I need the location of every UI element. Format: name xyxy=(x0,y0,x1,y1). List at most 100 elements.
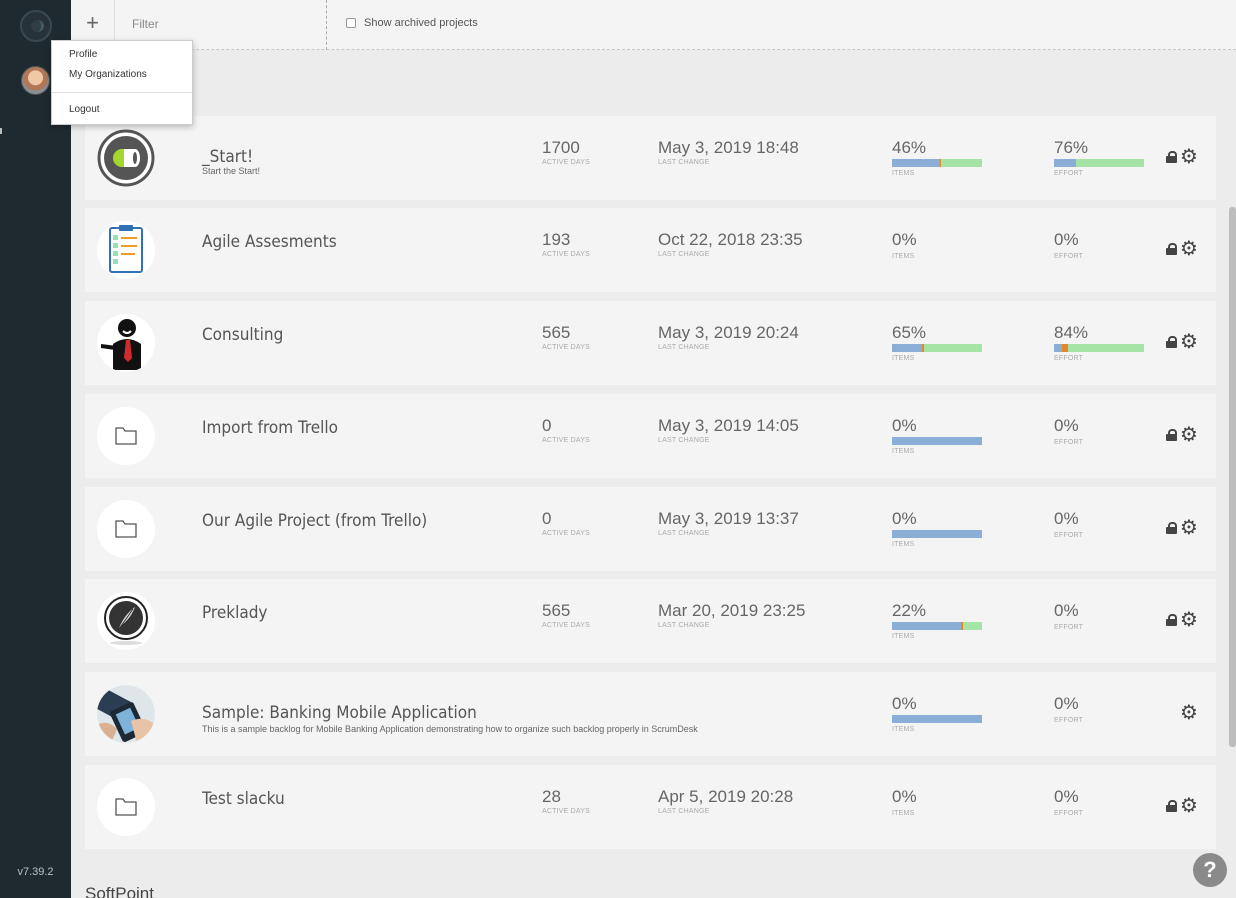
folder-icon[interactable] xyxy=(97,778,155,836)
project-name[interactable]: _Start! xyxy=(202,147,253,167)
toolbar: + Show archived projects xyxy=(71,0,1236,50)
project-row[interactable]: Test slacku 28 ACTIVE DAYS Apr 5, 2019 20:2… xyxy=(85,765,1216,849)
quill-icon[interactable] xyxy=(97,592,155,650)
active-days-value: 193 xyxy=(542,230,571,249)
items-label: ITEMS xyxy=(892,633,915,640)
avatar[interactable] xyxy=(21,66,50,95)
clipboard-icon[interactable] xyxy=(97,221,155,279)
items-progress-bar-segment xyxy=(941,159,982,167)
project-name[interactable]: Preklady xyxy=(202,603,268,623)
project-name[interactable]: Test slacku xyxy=(202,789,285,809)
effort-label: EFFORT xyxy=(1054,170,1084,177)
last-change-value: May 3, 2019 14:05 xyxy=(658,416,799,435)
project-name[interactable]: Sample: Banking Mobile Application xyxy=(202,703,477,723)
gear-icon[interactable]: ⚙ xyxy=(1180,332,1198,352)
active-days-label: ACTIVE DAYS xyxy=(542,622,590,629)
app-logo-icon[interactable] xyxy=(20,10,52,42)
menu-divider xyxy=(52,92,192,93)
project-row[interactable]: Sample: Banking Mobile Application This i… xyxy=(85,672,1216,756)
active-days-value: 565 xyxy=(542,323,571,342)
last-change-label: LAST CHANGE xyxy=(658,437,710,444)
consultant-icon[interactable] xyxy=(97,314,155,372)
active-days-value: 0 xyxy=(542,509,552,528)
effort-label: EFFORT xyxy=(1054,532,1084,539)
project-name[interactable]: Our Agile Project (from Trello) xyxy=(202,511,427,531)
last-change-value: Apr 5, 2019 20:28 xyxy=(658,787,794,806)
lock-icon[interactable] xyxy=(1166,336,1177,348)
items-progress-bar-segment xyxy=(892,530,982,538)
active-days-label: ACTIVE DAYS xyxy=(542,808,590,815)
effort-progress-bar xyxy=(1054,159,1144,167)
effort-label: EFFORT xyxy=(1054,624,1084,631)
items-progress-bar xyxy=(892,622,982,630)
last-change-value: May 3, 2019 13:37 xyxy=(658,509,799,528)
lock-icon[interactable] xyxy=(1166,429,1177,441)
project-row[interactable]: Our Agile Project (from Trello) 0 ACTIVE D… xyxy=(85,487,1216,571)
items-percent: 0% xyxy=(892,230,917,249)
effort-percent: 0% xyxy=(1054,509,1079,528)
project-description: This is a sample backlog for Mobile Bank… xyxy=(202,724,698,734)
lock-icon[interactable] xyxy=(1166,243,1177,255)
effort-progress-bar-segment xyxy=(1075,159,1144,167)
effort-percent: 0% xyxy=(1054,694,1079,713)
items-progress-bar xyxy=(892,159,982,167)
gear-icon[interactable]: ⚙ xyxy=(1180,518,1198,538)
items-progress-bar xyxy=(892,530,982,538)
project-name[interactable]: Consulting xyxy=(202,325,283,345)
project-name[interactable]: Agile Assesments xyxy=(202,232,337,252)
scrollbar[interactable] xyxy=(1229,207,1236,747)
gear-icon[interactable]: ⚙ xyxy=(1180,425,1198,445)
effort-progress-bar-segment xyxy=(1054,344,1063,352)
project-row[interactable]: Preklady 565 ACTIVE DAYS Mar 20, 2019 23:25… xyxy=(85,579,1216,663)
start-logo-icon[interactable] xyxy=(97,129,155,187)
folder-icon[interactable] xyxy=(97,407,155,465)
items-progress-bar-segment xyxy=(892,715,982,723)
active-days-value: 0 xyxy=(542,416,552,435)
gear-icon[interactable]: ⚙ xyxy=(1180,147,1198,167)
help-button[interactable]: ? xyxy=(1193,853,1227,887)
project-row[interactable]: Consulting 565 ACTIVE DAYS May 3, 2019 20:2… xyxy=(85,301,1216,385)
items-progress-bar-segment xyxy=(892,622,962,630)
effort-percent: 0% xyxy=(1054,416,1079,435)
gear-icon[interactable]: ⚙ xyxy=(1180,796,1198,816)
items-progress-bar xyxy=(892,715,982,723)
version-label: v7.39.2 xyxy=(17,866,54,878)
lock-icon[interactable] xyxy=(1166,614,1177,626)
show-archived-label: Show archived projects xyxy=(364,17,478,29)
lock-icon[interactable] xyxy=(1166,800,1177,812)
project-row[interactable]: _Start! Start the Start! 1700 ACTIVE DAYS Ma… xyxy=(85,116,1216,200)
banking-photo-icon[interactable] xyxy=(97,685,155,743)
items-label: ITEMS xyxy=(892,448,915,455)
lock-icon[interactable] xyxy=(1166,151,1177,163)
effort-percent: 0% xyxy=(1054,230,1079,249)
items-label: ITEMS xyxy=(892,253,915,260)
effort-label: EFFORT xyxy=(1054,355,1084,362)
project-row[interactable]: Import from Trello 0 ACTIVE DAYS May 3, 201… xyxy=(85,394,1216,478)
effort-progress-bar-segment xyxy=(1068,344,1144,352)
lock-icon[interactable] xyxy=(1166,522,1177,534)
active-days-value: 28 xyxy=(542,787,561,806)
items-percent: 22% xyxy=(892,601,927,620)
items-label: ITEMS xyxy=(892,170,915,177)
gear-icon[interactable]: ⚙ xyxy=(1180,239,1198,259)
active-days-label: ACTIVE DAYS xyxy=(542,159,590,166)
sidebar-marker xyxy=(0,128,2,134)
folder-icon[interactable] xyxy=(97,500,155,558)
last-change-value: May 3, 2019 20:24 xyxy=(658,323,799,342)
menu-item-logout[interactable]: Logout xyxy=(69,104,100,115)
show-archived-toggle[interactable]: Show archived projects xyxy=(346,17,478,29)
last-change-label: LAST CHANGE xyxy=(658,344,710,351)
items-progress-bar-segment xyxy=(892,437,982,445)
gear-icon[interactable]: ⚙ xyxy=(1180,610,1198,630)
menu-item-organizations[interactable]: My Organizations xyxy=(69,69,147,80)
items-label: ITEMS xyxy=(892,355,915,362)
effort-label: EFFORT xyxy=(1054,717,1084,724)
effort-label: EFFORT xyxy=(1054,439,1084,446)
last-change-value: Mar 20, 2019 23:25 xyxy=(658,601,806,620)
show-archived-checkbox[interactable] xyxy=(346,18,356,28)
menu-item-profile[interactable]: Profile xyxy=(69,49,97,60)
project-row[interactable]: Agile Assesments 193 ACTIVE DAYS Oct 22, 20… xyxy=(85,208,1216,292)
project-name[interactable]: Import from Trello xyxy=(202,418,338,438)
items-label: ITEMS xyxy=(892,541,915,548)
gear-icon[interactable]: ⚙ xyxy=(1180,703,1198,723)
